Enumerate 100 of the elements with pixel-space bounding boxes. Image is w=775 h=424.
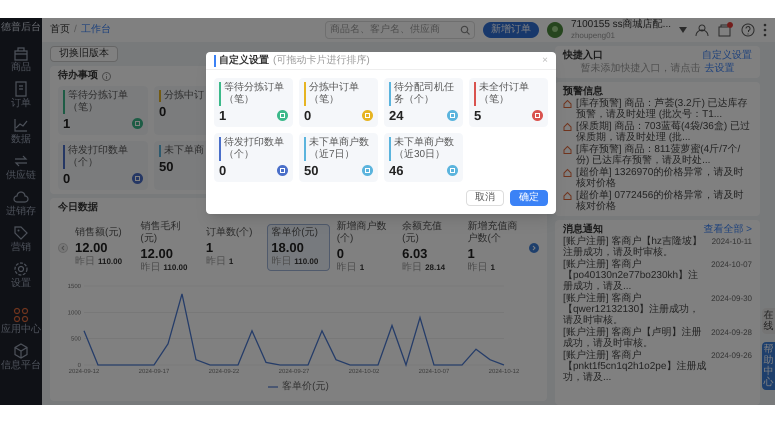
card-icon bbox=[277, 165, 288, 176]
alert-message: [超价单] 1326970的价格异常，请及时核对价格 bbox=[576, 167, 744, 189]
app-logo: 德普后台 bbox=[1, 22, 41, 34]
notification-message: [账户注册] 客商户【hz吉隆坡】注册成功，请及时审核。 bbox=[563, 236, 703, 258]
notification-date: 2024-09-30 bbox=[711, 293, 752, 304]
card-icon bbox=[132, 173, 143, 184]
caret-icon bbox=[679, 27, 687, 33]
view-all-link[interactable]: 查看全部 > bbox=[703, 224, 752, 235]
card-label: 待分配司机任务（个） bbox=[394, 82, 455, 106]
stat-card[interactable]: 待发打印数单（个） 0 bbox=[214, 133, 293, 182]
warning-home-icon bbox=[563, 145, 572, 154]
metric-label: 销售额(元) bbox=[75, 227, 123, 239]
notification-message: [账户注册] 客商户【卢明】注册成功，请及时审核。 bbox=[563, 327, 702, 349]
stat-card[interactable]: 未全付订单（笔） 5 bbox=[469, 78, 548, 127]
sidebar-item[interactable]: 营销 bbox=[0, 224, 42, 254]
metric-previous-value: 28.14 bbox=[425, 262, 446, 274]
grid-icon bbox=[12, 306, 30, 324]
section-title: 今日数据 bbox=[58, 202, 98, 214]
card-label: 未下单商户数（近30日） bbox=[394, 137, 455, 161]
breadcrumb-link[interactable]: 工作台 bbox=[80, 24, 111, 36]
metric-label: 订单数(个) bbox=[206, 227, 254, 239]
card-label: 待发打印数单（个） bbox=[68, 145, 129, 169]
metric-value: 1 bbox=[206, 240, 214, 255]
metric-previous-value: 110.00 bbox=[294, 256, 318, 268]
alert-message: [超价单] 0772456的价格异常，请及时核对价格 bbox=[576, 190, 744, 212]
notification-message: [账户注册] 客商户【qwer12132130】注册成功，请及时审核。 bbox=[563, 293, 700, 326]
close-button[interactable]: × bbox=[542, 54, 548, 66]
help-icon bbox=[741, 23, 755, 37]
user-icon bbox=[695, 23, 709, 37]
go-settings-link[interactable]: 去设置 bbox=[704, 63, 734, 74]
stat-card[interactable]: 等待分拣订单（笔） 1 bbox=[214, 78, 293, 127]
card-value: 24 bbox=[389, 108, 404, 123]
metric-label: 新增充值商户数(个 bbox=[468, 221, 519, 245]
metric-previous-value: 110.00 bbox=[163, 262, 188, 274]
section-title: 消息通知 bbox=[563, 224, 603, 235]
card-icon bbox=[362, 110, 373, 121]
breadcrumb-separator: / bbox=[74, 24, 77, 36]
card-icon bbox=[277, 110, 288, 121]
notification-date: 2024-10-07 bbox=[711, 259, 752, 270]
settings-icon bbox=[12, 260, 30, 278]
dialog-title: 自定义设置 bbox=[214, 54, 269, 66]
legend-line-icon bbox=[268, 385, 278, 389]
sidebar-item[interactable]: 商品 bbox=[0, 44, 42, 74]
card-value: 1 bbox=[63, 116, 70, 131]
sidebar-item[interactable]: 进销存 bbox=[0, 188, 42, 218]
card-label: 分拣中订单（笔） bbox=[309, 82, 360, 106]
card-icon bbox=[132, 118, 143, 129]
stat-card[interactable]: 未下单商户数（近30日） 46 bbox=[384, 133, 463, 182]
card-label: 等待分拣订单（笔） bbox=[224, 82, 285, 106]
sidebar-item[interactable]: 信息平台 bbox=[0, 342, 42, 372]
metric-value: 18.00 bbox=[271, 240, 305, 255]
info-icon bbox=[102, 72, 111, 80]
customize-link[interactable]: 自定义设置 bbox=[702, 50, 752, 61]
card-label: 待发打印数单（个） bbox=[224, 137, 285, 161]
side-tab[interactable]: 帮助中心 bbox=[762, 342, 775, 390]
warning-home-icon bbox=[563, 99, 572, 108]
cube-icon bbox=[12, 342, 30, 360]
tag-icon bbox=[12, 224, 30, 242]
notification-date: 2024-09-26 bbox=[711, 350, 752, 361]
confirm-button[interactable]: 确定 bbox=[510, 190, 548, 206]
stat-card[interactable]: 待分配司机任务（个） 24 bbox=[384, 78, 463, 127]
card-icon bbox=[447, 110, 458, 121]
card-value: 50 bbox=[304, 163, 318, 178]
card-value: 0 bbox=[159, 104, 166, 119]
line-chart-icon bbox=[12, 116, 30, 134]
metric-value: 6.03 bbox=[402, 246, 428, 261]
new-order-button[interactable]: 新增订单 bbox=[482, 22, 539, 38]
search-icon bbox=[460, 25, 470, 35]
card-label: 未下单商 bbox=[164, 145, 204, 157]
warning-home-icon bbox=[563, 191, 572, 200]
avatar-icon bbox=[546, 22, 563, 38]
card-value: 46 bbox=[389, 163, 404, 178]
metric-previous-value: 1 bbox=[228, 256, 234, 268]
metric-value: 12.00 bbox=[140, 246, 174, 261]
stat-card[interactable]: 分拣中订单（笔） 0 bbox=[299, 78, 378, 127]
card-value: 0 bbox=[304, 108, 312, 123]
dialog-subtitle: (可拖动卡片进行排序) bbox=[273, 54, 371, 66]
sidebar-item[interactable]: 订单 bbox=[0, 80, 42, 110]
metric-label: 客单价(元) bbox=[271, 227, 319, 239]
user-name: 7100155 ss商城店配... bbox=[570, 19, 671, 30]
switch-version-button[interactable]: 切换旧版本 bbox=[50, 46, 118, 62]
metric-label: 余额充值(元) bbox=[402, 221, 444, 245]
card-value: 0 bbox=[63, 171, 70, 186]
section-title: 待办事项 bbox=[58, 70, 98, 82]
metric-value: 0 bbox=[336, 246, 345, 261]
metric-previous-value: 110.00 bbox=[98, 256, 122, 268]
sidebar-item[interactable]: 设置 bbox=[0, 260, 42, 290]
card-label: 等待分拣订单（笔） bbox=[68, 90, 129, 114]
metric-value: 12.00 bbox=[75, 240, 109, 255]
card-value: 0 bbox=[219, 163, 226, 178]
warning-home-icon bbox=[563, 122, 572, 131]
sidebar-item[interactable]: 应用中心 bbox=[0, 306, 42, 336]
card-label: 未全付订单（笔） bbox=[479, 82, 530, 106]
stat-card[interactable]: 未下单商户数（近7日） 50 bbox=[299, 133, 378, 182]
sidebar-item[interactable]: 供应链 bbox=[0, 152, 42, 182]
side-tab[interactable]: 在线 bbox=[762, 308, 775, 334]
cancel-button[interactable]: 取消 bbox=[466, 190, 504, 206]
sidebar-item[interactable]: 数据 bbox=[0, 116, 42, 146]
alert-message: [库存预警] 商品：芦荟(3.2斤) 已达库存预警，请及时处理 (批次号：T1... bbox=[576, 98, 749, 120]
breadcrumb-link[interactable]: 首页 bbox=[50, 24, 70, 36]
